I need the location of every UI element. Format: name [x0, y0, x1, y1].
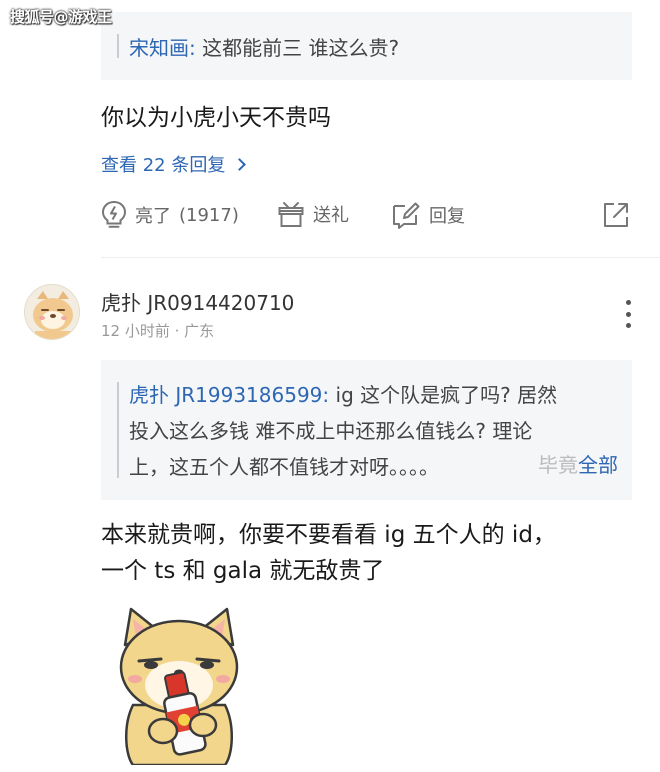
view-replies-link[interactable]: 查看 22 条回复: [101, 151, 247, 177]
share-button[interactable]: [601, 200, 631, 230]
quoted-comment: 宋知画: 这都能前三 谁这么贵?: [101, 12, 632, 80]
comment-text: 本来就贵啊，你要不要看看 ig 五个人的 id， 一个 ts 和 gala 就无…: [101, 517, 556, 589]
watermark: 搜狐号@游戏王: [10, 8, 112, 26]
view-replies-label: 查看 22 条回复: [101, 155, 226, 176]
quote-line: 投入这么多钱 难不成上中还那么值钱么? 理论: [129, 419, 533, 443]
quote-bar: [117, 382, 119, 478]
like-label: 亮了: [135, 206, 171, 227]
lightbulb-icon: [101, 200, 127, 230]
divider: [101, 257, 660, 258]
like-button[interactable]: 亮了 (1917): [101, 200, 239, 230]
username[interactable]: 虎扑 JR0914420710: [101, 287, 294, 316]
quote-bar: [117, 34, 119, 58]
dog-drinking-sticker[interactable]: [103, 605, 255, 767]
reply-button[interactable]: 回复: [391, 200, 465, 230]
reply-label: 回复: [429, 206, 465, 227]
comment-line: 一个 ts 和 gala 就无敌贵了: [101, 558, 385, 584]
quote-line: ig 这个队是疯了吗? 居然: [335, 383, 558, 407]
expand-all-link[interactable]: 全部: [578, 449, 618, 478]
avatar[interactable]: [24, 284, 80, 340]
dog-avatar-icon: [33, 291, 73, 339]
expand-quote[interactable]: 毕竟 全部: [524, 449, 618, 478]
gift-button[interactable]: 送礼: [277, 200, 349, 228]
quote-author-link[interactable]: 宋知画: [129, 36, 189, 60]
more-vertical-icon[interactable]: [624, 300, 632, 328]
quote-author-link[interactable]: 虎扑 JR1993186599: [129, 383, 322, 407]
quote-body: 这都能前三 谁这么贵?: [202, 36, 400, 60]
quoted-comment: 虎扑 JR1993186599: ig 这个队是疯了吗? 居然 投入这么多钱 难…: [101, 360, 632, 500]
share-icon: [601, 200, 631, 230]
comment-text: 你以为小虎小天不贵吗: [101, 105, 331, 131]
comment-meta: 12 小时前 · 广东: [101, 322, 215, 340]
gift-icon: [277, 200, 305, 228]
chevron-right-icon: [233, 157, 247, 171]
edit-reply-icon: [391, 200, 421, 230]
quote-faded-text: 毕竟: [524, 449, 578, 478]
comment-actions: 亮了 (1917) 送礼 回复: [101, 200, 633, 234]
comment-line: 本来就贵啊，你要不要看看 ig 五个人的 id，: [101, 522, 556, 548]
gift-label: 送礼: [313, 205, 349, 226]
quote-text: 宋知画: 这都能前三 谁这么贵?: [129, 36, 400, 60]
like-count: (1917): [179, 204, 239, 226]
